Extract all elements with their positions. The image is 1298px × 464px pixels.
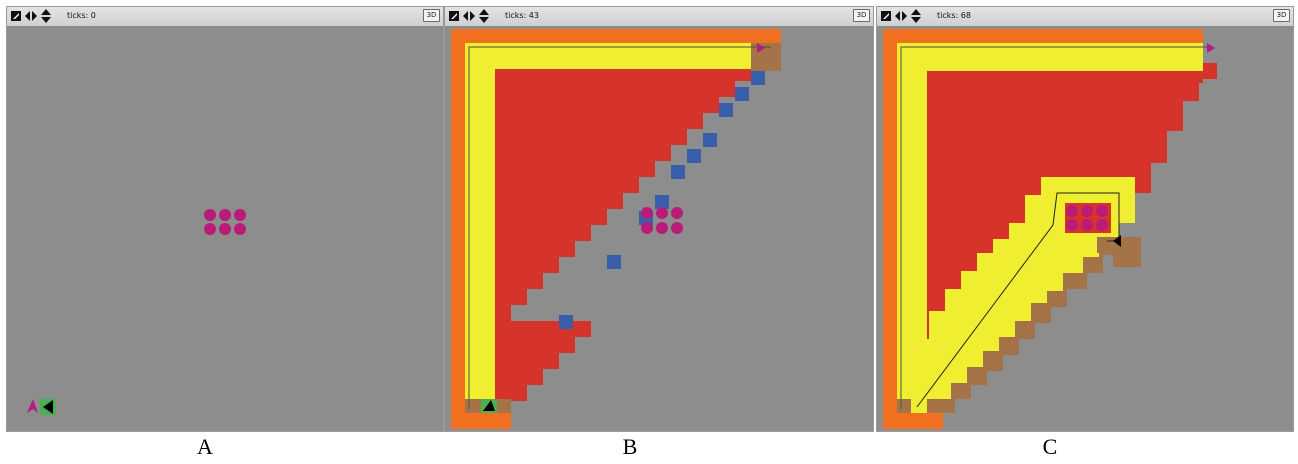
vertical-arrows-icon[interactable] (41, 9, 51, 23)
caption-c: C (1042, 434, 1058, 459)
ticks-counter: ticks: 0 (67, 11, 96, 20)
view-toolbar: ticks: 0 3D (7, 7, 443, 27)
world-scene (7, 27, 443, 431)
world-canvas (877, 27, 1293, 431)
caption-a: A (197, 434, 213, 459)
world-view-c: ticks: 68 3D (876, 6, 1294, 432)
edit-icon[interactable] (881, 11, 891, 21)
vertical-arrows-icon[interactable] (479, 9, 489, 23)
view-toolbar: ticks: 43 3D (445, 7, 873, 27)
world-canvas (7, 27, 443, 431)
world-scene (445, 27, 873, 431)
ticks-counter: ticks: 43 (505, 11, 539, 20)
view-3d-button[interactable]: 3D (423, 9, 440, 22)
explored-edge (1203, 63, 1217, 79)
edit-icon[interactable] (11, 11, 21, 21)
horizontal-arrows-icon[interactable] (463, 11, 475, 21)
edit-icon[interactable] (449, 11, 459, 21)
world-view-a: ticks: 0 3D (6, 6, 444, 432)
view-3d-button[interactable]: 3D (853, 9, 870, 22)
horizontal-arrows-icon[interactable] (895, 11, 907, 21)
vertical-arrows-icon[interactable] (911, 9, 921, 23)
view-controls (11, 9, 51, 23)
ticks-counter: ticks: 68 (937, 11, 971, 20)
world-canvas (445, 27, 873, 431)
caption-b: B (622, 434, 638, 459)
world-scene (877, 27, 1293, 431)
trail-start (897, 399, 911, 413)
view-controls (881, 9, 921, 23)
view-toolbar: ticks: 68 3D (877, 7, 1293, 27)
world-view-b: ticks: 43 3D (444, 6, 874, 432)
horizontal-arrows-icon[interactable] (25, 11, 37, 21)
view-controls (449, 9, 489, 23)
view-3d-button[interactable]: 3D (1273, 9, 1290, 22)
